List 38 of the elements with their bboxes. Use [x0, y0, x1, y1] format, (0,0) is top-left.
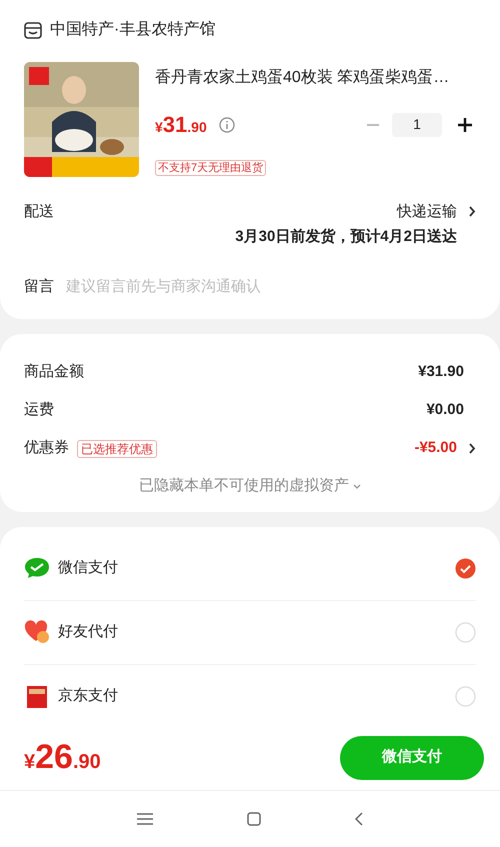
chevron-right-icon [469, 443, 476, 454]
store-icon [24, 22, 42, 38]
chevron-down-icon [353, 484, 361, 489]
delivery-estimate: 3月30日前发货，预计4月2日送达 [235, 226, 457, 246]
hidden-assets-note[interactable]: 已隐藏本单不可使用的虚拟资产 [139, 475, 349, 498]
summary-value: ¥31.90 [418, 362, 464, 382]
radio-button[interactable] [455, 622, 476, 642]
quantity-field[interactable]: 1 [392, 112, 442, 136]
radio-button[interactable] [455, 686, 476, 707]
minus-icon [367, 124, 379, 126]
coupon-tag: 已选推荐优惠 [77, 440, 157, 458]
note-label: 留言 [24, 277, 54, 297]
plus-icon [458, 118, 472, 132]
summary-label: 商品金额 [24, 362, 84, 382]
home-square-icon[interactable] [247, 812, 261, 826]
card-icon [26, 684, 48, 708]
payment-method-name[interactable]: 好友代付 [58, 620, 118, 644]
payment-method-name[interactable]: 京东支付 [58, 685, 118, 708]
radio-checked-icon[interactable] [455, 558, 476, 578]
return-policy-tag: 不支持7天无理由退货 [155, 160, 266, 176]
summary-label: 优惠券 [24, 438, 69, 458]
back-icon[interactable] [355, 812, 363, 826]
delivery-method[interactable]: 快递运输 [397, 201, 457, 224]
coupon-value[interactable]: -¥5.00 [414, 437, 457, 460]
payment-method-name[interactable]: 微信支付 [58, 556, 118, 580]
total-price: ¥26.90 [24, 737, 101, 778]
summary-value: ¥0.00 [426, 400, 464, 420]
summary-label: 运费 [24, 400, 54, 420]
product-title: 香丹青农家土鸡蛋40枚装 笨鸡蛋柴鸡蛋… [155, 68, 450, 88]
chevron-right-icon [469, 206, 476, 217]
note-field[interactable]: 建议留言前先与商家沟通确认 [66, 276, 476, 298]
heart-icon [24, 620, 50, 644]
chat-bubble-check-icon [24, 557, 50, 579]
delivery-label: 配送 [24, 202, 54, 222]
info-icon[interactable] [218, 116, 235, 132]
store-name[interactable]: 中国特产·丰县农特产馆 [50, 18, 216, 42]
menu-icon[interactable] [137, 813, 153, 825]
product-price: ¥31.90 [155, 111, 207, 139]
